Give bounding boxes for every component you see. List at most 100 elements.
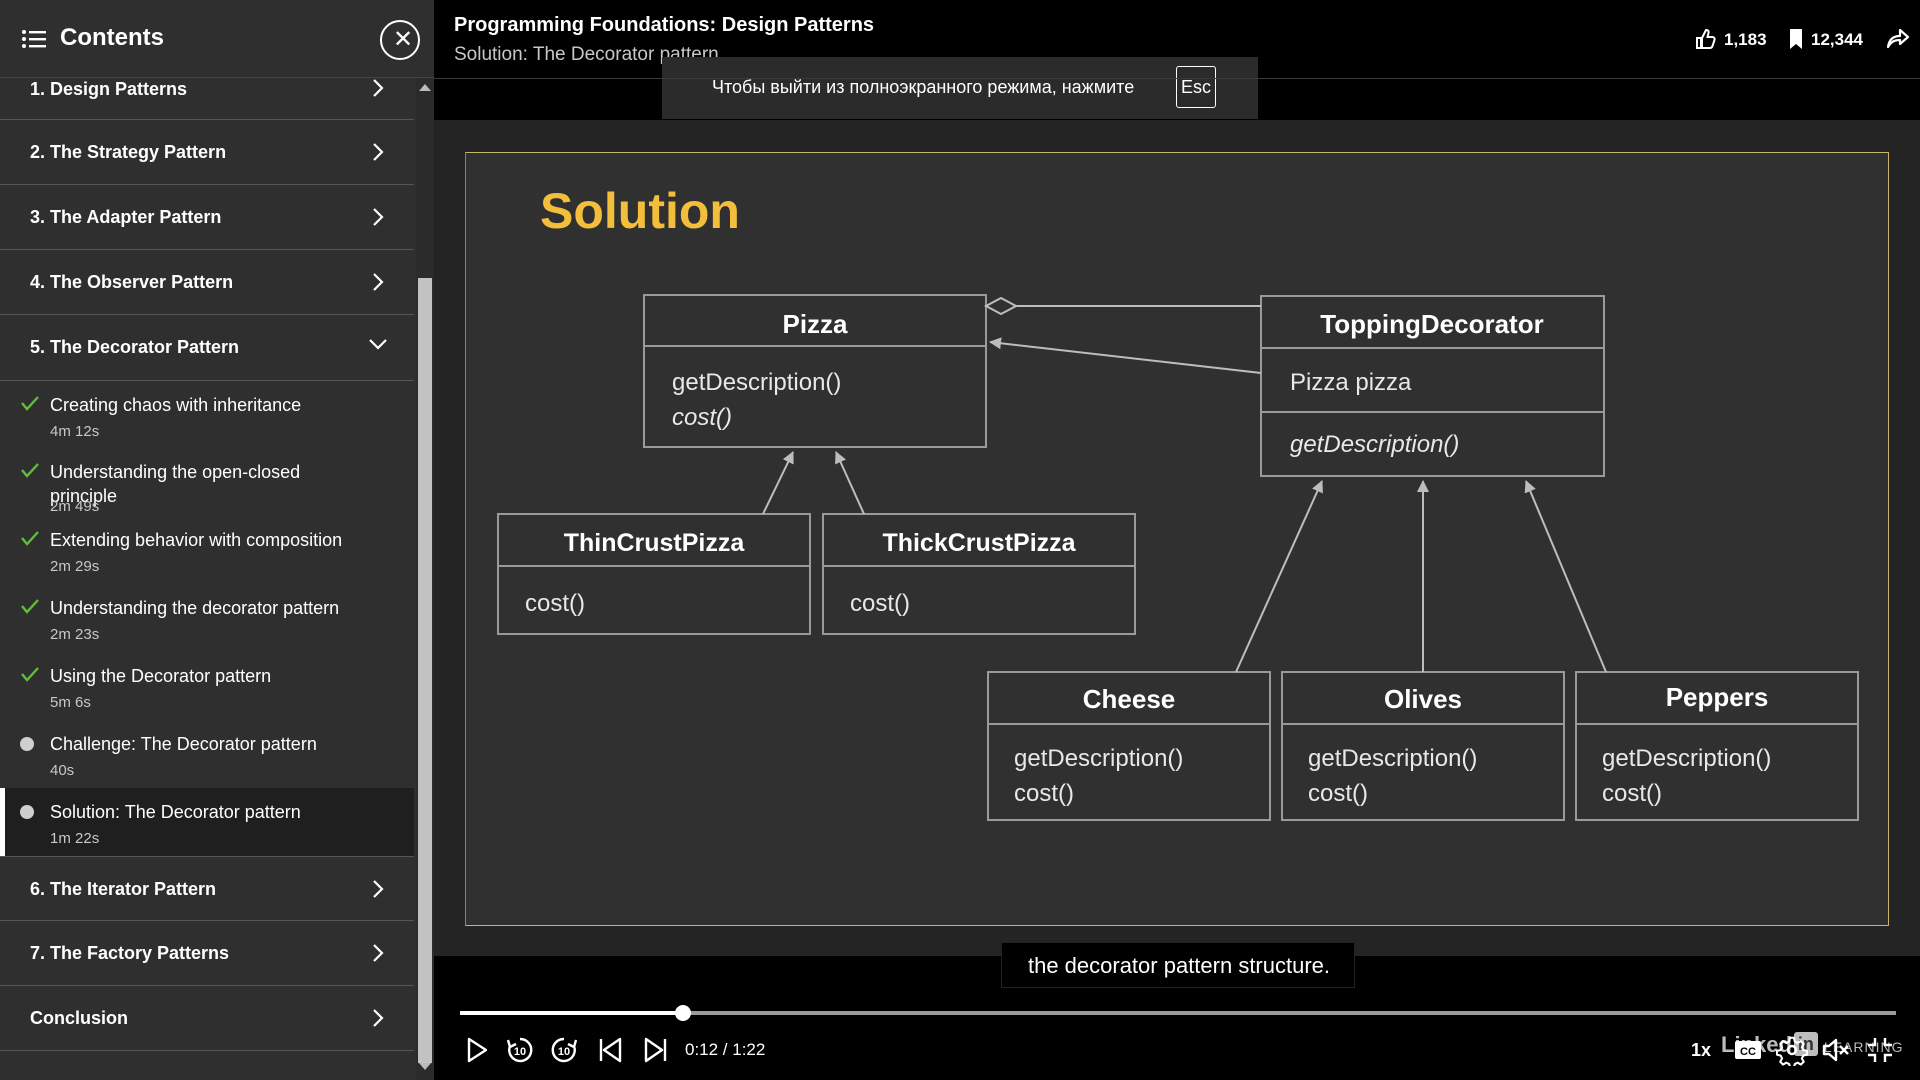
- settings-gear-icon[interactable]: [1776, 1034, 1808, 1066]
- exit-fullscreen-icon[interactable]: [1864, 1034, 1896, 1066]
- lesson-item[interactable]: Using the Decorator pattern 5m 6s: [0, 652, 414, 720]
- lesson-item[interactable]: Extending behavior with composition 2m 2…: [0, 516, 414, 584]
- close-icon: ✕: [393, 26, 414, 53]
- chapter-design-patterns[interactable]: 1. Design Patterns: [0, 78, 414, 120]
- chapter-list: 1. Design Patterns 2. The Strategy Patte…: [0, 78, 414, 1080]
- lesson-duration: 2m 49s: [50, 498, 100, 515]
- class-method: cost(): [1014, 780, 1074, 807]
- chevron-down-icon: [369, 339, 387, 350]
- chapter-conclusion[interactable]: Conclusion: [0, 986, 414, 1051]
- chevron-right-icon: [373, 880, 384, 898]
- chapter-label: 4. The Observer Pattern: [30, 272, 234, 292]
- class-topping-decorator: ToppingDecorator Pizza pizza getDescript…: [1260, 295, 1605, 477]
- bookmark-icon[interactable]: [1788, 28, 1804, 50]
- caption-text: the decorator pattern structure.: [1027, 953, 1331, 978]
- lesson-duration: 4m 12s: [50, 423, 100, 440]
- svg-text:10: 10: [558, 1046, 570, 1058]
- class-method: cost(): [850, 590, 910, 617]
- progress-fill: [460, 1011, 683, 1015]
- sidebar-title: Contents: [60, 24, 164, 51]
- chapter-label: 3. The Adapter Pattern: [30, 207, 222, 227]
- list-icon: [22, 30, 46, 48]
- sidebar-scrollbar[interactable]: [416, 78, 434, 1080]
- next-video-icon[interactable]: [640, 1034, 672, 1066]
- chapter-factory-patterns[interactable]: 7. The Factory Patterns: [0, 921, 414, 986]
- forward-10-icon[interactable]: 10: [548, 1034, 580, 1066]
- class-method: getDescription(): [1602, 745, 1771, 772]
- chevron-right-icon: [373, 1009, 384, 1027]
- class-method: cost(): [525, 590, 585, 617]
- playback-speed-button[interactable]: 1x: [1691, 1040, 1711, 1061]
- chapter-adapter-pattern[interactable]: 3. The Adapter Pattern: [0, 185, 414, 250]
- slide-title: Solution: [540, 183, 740, 239]
- chapter-observer-pattern[interactable]: 4. The Observer Pattern: [0, 250, 414, 315]
- class-thin-crust-pizza: ThinCrustPizza cost(): [497, 513, 811, 635]
- class-name: ToppingDecorator: [1320, 309, 1543, 339]
- not-started-dot-icon: [20, 737, 34, 751]
- sidebar-header: Contents ✕: [0, 0, 434, 78]
- lesson-duration: 40s: [50, 762, 75, 779]
- close-sidebar-button[interactable]: ✕: [380, 20, 420, 60]
- like-icon[interactable]: [1694, 28, 1716, 50]
- lesson-item[interactable]: Challenge: The Decorator pattern 40s: [0, 720, 414, 788]
- closed-caption: the decorator pattern structure.: [1001, 942, 1355, 988]
- slide: Solution Pizza getDescription() cost() T…: [465, 152, 1889, 926]
- mute-icon[interactable]: [1820, 1034, 1852, 1066]
- previous-video-icon[interactable]: [594, 1034, 626, 1066]
- chapter-label: 7. The Factory Patterns: [30, 943, 230, 963]
- class-name: Cheese: [1083, 684, 1176, 714]
- chapter-label: 2. The Strategy Pattern: [30, 142, 227, 162]
- class-cheese: Cheese getDescription() cost(): [987, 671, 1271, 821]
- class-name: ThinCrustPizza: [564, 529, 746, 557]
- progress-scrubber-handle[interactable]: [675, 1005, 691, 1021]
- chevron-right-icon: [373, 273, 384, 291]
- chapter-strategy-pattern[interactable]: 2. The Strategy Pattern: [0, 120, 414, 185]
- class-method: getDescription(): [672, 369, 841, 396]
- class-name: Peppers: [1666, 682, 1769, 712]
- lesson-title: Extending behavior with composition: [50, 530, 343, 550]
- progress-bar[interactable]: [460, 1005, 1896, 1021]
- scroll-down-arrow-icon[interactable]: [419, 1063, 431, 1070]
- check-icon: [21, 531, 39, 546]
- scrollbar-thumb[interactable]: [418, 278, 432, 1063]
- closed-captions-icon[interactable]: CC: [1732, 1034, 1764, 1066]
- saves-count: 12,344: [1811, 30, 1863, 49]
- share-icon[interactable]: [1886, 28, 1910, 50]
- chapter-iterator-pattern[interactable]: 6. The Iterator Pattern: [0, 856, 414, 921]
- scroll-up-arrow-icon[interactable]: [419, 84, 431, 91]
- lesson-title: Using the Decorator pattern: [50, 666, 272, 686]
- check-icon: [21, 667, 39, 682]
- class-name: ThickCrustPizza: [882, 529, 1076, 557]
- lesson-item-current[interactable]: Solution: The Decorator pattern 1m 22s: [0, 788, 414, 856]
- chapter-decorator-pattern[interactable]: 5. The Decorator Pattern: [0, 315, 414, 381]
- lesson-item[interactable]: Understanding the decorator pattern 2m 2…: [0, 584, 414, 652]
- fullscreen-notice-text: Чтобы выйти из полноэкранного режима, на…: [712, 77, 1135, 97]
- contents-sidebar: Contents ✕ 1. Design Patterns 2. The Str…: [0, 0, 434, 1080]
- lesson-duration: 2m 23s: [50, 626, 100, 643]
- check-icon: [21, 463, 39, 478]
- lesson-title: Understanding the decorator pattern: [50, 598, 340, 618]
- class-olives: Olives getDescription() cost(): [1281, 671, 1565, 821]
- fullscreen-exit-notice: Чтобы выйти из полноэкранного режима, на…: [662, 57, 1258, 119]
- class-method: cost(): [1308, 780, 1368, 807]
- class-method: getDescription(): [1290, 431, 1459, 458]
- lesson-item[interactable]: Creating chaos with inheritance 4m 12s: [0, 381, 414, 448]
- chapter-label: 1. Design Patterns: [30, 79, 188, 99]
- lesson-duration: 5m 6s: [50, 694, 91, 711]
- chapter-label: 6. The Iterator Pattern: [30, 879, 217, 899]
- class-pizza: Pizza getDescription() cost(): [643, 294, 987, 448]
- check-icon: [21, 599, 39, 614]
- class-method: cost(): [672, 404, 732, 431]
- class-field: Pizza pizza: [1290, 369, 1412, 396]
- svg-text:10: 10: [514, 1046, 526, 1058]
- esc-key-badge: Esc: [1176, 66, 1216, 108]
- video-stage[interactable]: Solution Pizza getDescription() cost() T…: [434, 120, 1920, 1057]
- chapter-label: 5. The Decorator Pattern: [30, 337, 240, 357]
- lesson-title: Challenge: The Decorator pattern: [50, 734, 317, 754]
- video-stats: 1,183 12,344: [1690, 28, 1920, 52]
- class-name: Pizza: [782, 309, 848, 339]
- play-icon[interactable]: [460, 1034, 492, 1066]
- rewind-10-icon[interactable]: 10: [504, 1034, 536, 1066]
- lesson-title: Solution: The Decorator pattern: [50, 802, 301, 822]
- check-icon: [21, 396, 39, 411]
